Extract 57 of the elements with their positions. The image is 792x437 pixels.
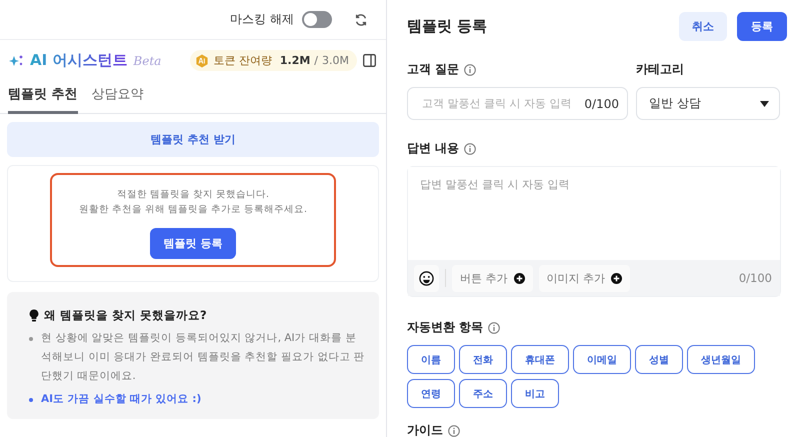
variable-chip[interactable]: 성별 <box>635 345 683 374</box>
field-label: 카테고리 <box>636 61 684 78</box>
token-total: 3.0M <box>322 54 349 67</box>
tip-note: AI도 가끔 실수할 때가 있어요 :) <box>41 392 202 407</box>
assistant-title: AI 어시스턴트 <box>30 51 128 70</box>
category-select[interactable]: 일반 상담 <box>636 87 780 120</box>
answer-field[interactable]: 답변 말풍선 클릭 시 자동 입력 버튼 추가 이미지 추가 0/100 <box>407 166 781 297</box>
info-icon <box>488 322 500 334</box>
tab[interactable]: 상담요약 <box>92 85 144 114</box>
variable-chip[interactable]: 휴대폰 <box>511 345 569 374</box>
plus-circle-icon <box>611 272 622 284</box>
ai-hexagon-icon <box>195 54 210 68</box>
refresh-icon[interactable] <box>354 12 368 26</box>
variable-chip[interactable]: 이름 <box>407 345 455 374</box>
tip-title: 왜 템플릿을 찾지 못했을까요? <box>44 308 207 323</box>
bullet-icon <box>29 337 33 341</box>
sparkle-icon <box>8 54 24 68</box>
variable-chip[interactable]: 비고 <box>511 379 559 408</box>
variable-chip[interactable]: 생년월일 <box>687 345 755 374</box>
info-icon <box>464 64 476 76</box>
register-template-button[interactable]: 템플릿 등록 <box>150 228 236 259</box>
cancel-button[interactable]: 취소 <box>679 12 727 41</box>
token-label: 토큰 잔여량 <box>213 53 272 68</box>
field-label: 답변 내용 <box>407 140 460 157</box>
submit-button[interactable]: 등록 <box>737 12 787 41</box>
smiley-icon <box>419 270 434 286</box>
variable-chip[interactable]: 연령 <box>407 379 455 408</box>
side-panel-icon[interactable] <box>363 54 376 67</box>
tab[interactable]: 템플릿 추천 <box>8 85 78 114</box>
recommend-button[interactable]: 템플릿 추천 받기 <box>7 122 379 157</box>
masking-label: 마스킹 해제 <box>230 11 294 28</box>
variable-chip[interactable]: 주소 <box>459 379 507 408</box>
add-image-button[interactable]: 이미지 추가 <box>538 264 630 292</box>
masking-toggle[interactable] <box>302 11 332 28</box>
variable-chip[interactable]: 이메일 <box>573 345 631 374</box>
empty-message: 원활한 추천을 위해 템플릿을 추가로 등록해주세요. <box>78 203 308 217</box>
empty-message: 적절한 템플릿을 찾지 못했습니다. <box>116 188 270 202</box>
caret-icon <box>760 100 769 106</box>
char-count: 0/100 <box>738 271 772 285</box>
token-separator: / <box>314 54 318 67</box>
tip-text: 현 상황에 알맞은 템플릿이 등록되어있지 않거나, AI가 대화를 분석해보니 이미 응대가 완료되어 템플릿을 추천할 필요가 없다고 판단했기 때문이에요. <box>41 331 365 384</box>
field-label: 가이드 <box>407 422 443 437</box>
question-field[interactable]: 고객 말풍선 클릭 시 자동 입력 0/100 <box>407 87 628 120</box>
info-icon <box>448 424 460 436</box>
field-label: 자동변환 항목 <box>407 319 484 336</box>
bullet-icon <box>29 398 33 402</box>
emoji-button[interactable] <box>414 264 439 292</box>
field-label: 고객 질문 <box>407 61 460 78</box>
info-icon <box>464 142 476 154</box>
add-button-button[interactable]: 버튼 추가 <box>452 264 532 292</box>
plus-circle-icon <box>514 272 524 284</box>
lightbulb-icon <box>29 309 39 322</box>
char-count: 0/100 <box>584 96 619 110</box>
beta-label: Beta <box>133 54 162 68</box>
form-title: 템플릿 등록 <box>407 17 488 36</box>
variable-chip[interactable]: 전화 <box>459 345 507 374</box>
token-remaining: 1.2M <box>280 54 310 67</box>
